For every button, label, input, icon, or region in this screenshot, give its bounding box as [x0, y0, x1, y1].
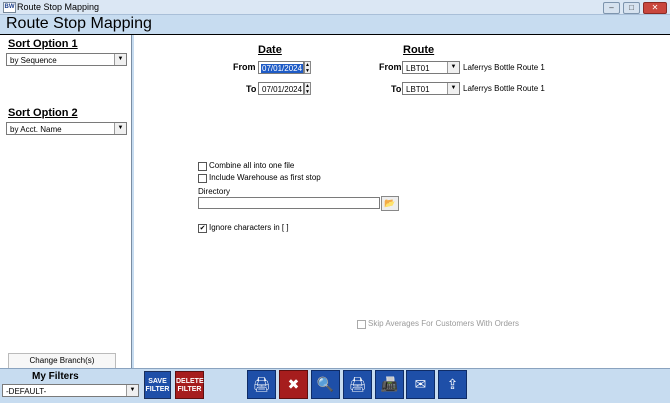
- delete-filter-button[interactable]: DELETE FILTER: [175, 371, 204, 399]
- date-from-label: From: [233, 62, 256, 72]
- date-heading: Date: [258, 44, 282, 56]
- maximize-button[interactable]: □: [623, 2, 640, 14]
- route-from-label: From: [379, 62, 402, 72]
- date-to-value: 07/01/2024: [262, 85, 303, 94]
- export-icon[interactable]: ⇪: [438, 370, 467, 399]
- cancel-icon[interactable]: ✖: [279, 370, 308, 399]
- route-from-value: LBT01: [406, 64, 430, 73]
- app-icon: BW: [3, 2, 16, 13]
- include-warehouse-checkbox[interactable]: [198, 174, 207, 183]
- route-to-label: To: [391, 84, 402, 94]
- chevron-down-icon[interactable]: ▼: [126, 385, 138, 396]
- folder-open-icon[interactable]: 📂: [381, 196, 399, 211]
- sort-option-2-select[interactable]: by Acct. Name ▼: [6, 122, 127, 135]
- left-panel: [0, 35, 132, 368]
- directory-label: Directory: [198, 187, 231, 196]
- ignore-characters-checkbox[interactable]: ✔: [198, 224, 207, 233]
- close-button[interactable]: ✕: [643, 2, 667, 14]
- sort-option-2-value: by Acct. Name: [10, 125, 62, 134]
- chevron-down-icon[interactable]: ▼: [114, 54, 126, 65]
- title-bar: [0, 0, 670, 15]
- sort-option-1-label: Sort Option 1: [8, 38, 78, 50]
- my-filters-label: My Filters: [32, 371, 79, 382]
- combine-label: Combine all into one file: [209, 161, 295, 170]
- date-to-input[interactable]: 07/01/2024: [258, 82, 304, 95]
- date-from-spinner[interactable]: ▲ ▼: [304, 61, 311, 74]
- directory-input[interactable]: [198, 197, 380, 209]
- date-to-label: To: [246, 84, 257, 94]
- sort-option-1-select[interactable]: by Sequence ▼: [6, 53, 127, 66]
- change-branch-button[interactable]: Change Branch(s): [8, 353, 116, 368]
- chevron-down-icon[interactable]: ▼: [447, 62, 459, 73]
- fax-icon[interactable]: 📠: [375, 370, 404, 399]
- skip-averages-checkbox: [357, 320, 366, 329]
- filter-value: -DEFAULT-: [6, 387, 47, 396]
- sort-option-2-label: Sort Option 2: [8, 107, 78, 119]
- route-heading: Route: [403, 44, 435, 56]
- chevron-down-icon[interactable]: ▼: [114, 123, 126, 134]
- save-filter-button[interactable]: SAVE FILTER: [144, 371, 171, 399]
- print-icon[interactable]: 🖨: [247, 370, 276, 399]
- filter-select[interactable]: -DEFAULT- ▼: [2, 384, 139, 397]
- search-icon[interactable]: 🔍: [311, 370, 340, 399]
- include-warehouse-label: Include Warehouse as first stop: [209, 173, 321, 182]
- chevron-down-icon[interactable]: ▼: [447, 83, 459, 94]
- combine-checkbox[interactable]: [198, 162, 207, 171]
- ignore-characters-label: Ignore characters in [ ]: [209, 223, 289, 232]
- route-to-select[interactable]: LBT01 ▼: [402, 82, 460, 95]
- date-to-spinner[interactable]: ▲ ▼: [304, 82, 311, 95]
- email-icon[interactable]: ✉: [406, 370, 435, 399]
- route-from-select[interactable]: LBT01 ▼: [402, 61, 460, 74]
- date-from-value: 07/01/2024: [261, 64, 304, 73]
- skip-averages-label: Skip Averages For Customers With Orders: [368, 319, 520, 328]
- date-from-input[interactable]: 07/01/2024: [258, 61, 304, 74]
- print-preview-icon[interactable]: 🖨: [343, 370, 372, 399]
- window-title: Route Stop Mapping: [17, 2, 100, 12]
- page-title: Route Stop Mapping: [6, 15, 152, 32]
- route-to-description: Laferrys Bottle Route 1: [463, 84, 545, 93]
- route-to-value: LBT01: [406, 85, 430, 94]
- route-from-description: Laferrys Bottle Route 1: [463, 63, 545, 72]
- minimize-button[interactable]: –: [603, 2, 620, 14]
- sort-option-1-value: by Sequence: [10, 56, 57, 65]
